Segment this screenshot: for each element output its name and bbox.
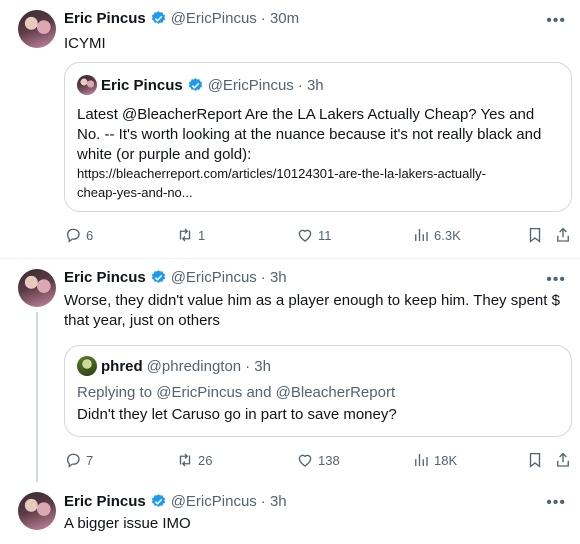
article-link-line-2[interactable]: cheap-yes-and-no...	[77, 184, 559, 202]
avatar	[77, 356, 97, 376]
like-icon	[298, 229, 312, 242]
author-name[interactable]: Eric Pincus	[64, 493, 146, 510]
verified-icon	[151, 270, 165, 283]
like-icon	[298, 454, 312, 467]
verified-icon	[151, 494, 165, 507]
tweet-header: Eric Pincus @EricPincus · 3h	[64, 493, 287, 510]
like-count: 11	[318, 227, 332, 243]
author-handle[interactable]: @EricPincus	[171, 493, 257, 510]
bookmark-button[interactable]	[526, 450, 544, 470]
views-icon	[415, 229, 428, 241]
retweet-count: 26	[198, 452, 213, 468]
like-button[interactable]: 11	[296, 225, 332, 245]
share-icon	[557, 227, 569, 242]
author-name[interactable]: Eric Pincus	[64, 269, 146, 286]
views-icon	[415, 454, 428, 466]
tweet-text: A bigger issue IMO	[64, 515, 191, 532]
avatar[interactable]	[18, 269, 56, 307]
avatar[interactable]	[18, 10, 56, 48]
reply-icon	[67, 453, 80, 468]
tweet-text-line-2: that year, just on others	[64, 312, 220, 329]
bookmark-icon	[529, 452, 541, 468]
timestamp[interactable]: · 3h	[261, 269, 287, 286]
like-button[interactable]: 138	[296, 450, 340, 470]
reply-button[interactable]: 6	[64, 225, 93, 245]
more-icon[interactable]: •••	[546, 271, 566, 289]
avatar	[77, 75, 97, 95]
view-count: 18K	[434, 452, 458, 468]
retweet-icon	[179, 228, 191, 242]
reply-count: 7	[86, 452, 94, 468]
quote-timestamp: · 3h	[245, 357, 271, 375]
reply-button[interactable]: 7	[64, 450, 93, 470]
verified-icon	[151, 11, 165, 24]
quote-header: phred @phredington · 3h	[77, 356, 271, 376]
tweet-3[interactable]: Eric Pincus @EricPincus · 3h ••• A bigge…	[0, 484, 580, 544]
tweet-1[interactable]: Eric Pincus @EricPincus · 30m ••• ICYMI …	[0, 0, 580, 258]
tweet-actions: 7 26 138 18K	[64, 450, 576, 470]
like-count: 138	[318, 452, 340, 468]
quote-author-name: phred	[101, 357, 143, 375]
quote-header: Eric Pincus @EricPincus · 3h	[77, 75, 324, 95]
more-icon[interactable]: •••	[546, 494, 566, 512]
reply-icon	[67, 228, 80, 243]
quoted-tweet[interactable]: Eric Pincus @EricPincus · 3h Latest @Ble…	[64, 62, 572, 212]
timestamp[interactable]: · 30m	[261, 10, 299, 27]
avatar[interactable]	[18, 492, 56, 530]
tweet-2[interactable]: Eric Pincus @EricPincus · 3h ••• Worse, …	[0, 259, 580, 484]
tweet-header: Eric Pincus @EricPincus · 3h	[64, 269, 287, 286]
retweet-button[interactable]: 26	[176, 450, 212, 470]
retweet-icon	[179, 453, 191, 467]
views-button[interactable]: 18K	[412, 450, 457, 470]
author-handle[interactable]: @EricPincus	[171, 269, 257, 286]
quote-timestamp: · 3h	[297, 76, 324, 94]
share-icon	[557, 452, 569, 467]
quote-author-handle: @EricPincus	[207, 76, 294, 94]
tweet-text: ICYMI	[64, 35, 106, 52]
retweet-count: 1	[198, 227, 206, 243]
thread-connector	[36, 312, 38, 482]
tweet-header: Eric Pincus @EricPincus · 30m	[64, 10, 299, 27]
verified-icon	[188, 77, 202, 91]
bookmark-button[interactable]	[526, 225, 544, 245]
quoted-tweet[interactable]: phred @phredington · 3h Replying to @Eri…	[64, 345, 572, 437]
share-button[interactable]	[554, 450, 572, 470]
retweet-button[interactable]: 1	[176, 225, 205, 245]
share-button[interactable]	[554, 225, 572, 245]
views-button[interactable]: 6.3K	[412, 225, 461, 245]
author-name[interactable]: Eric Pincus	[64, 10, 146, 27]
replying-to: Replying to @EricPincus and @BleacherRep…	[77, 384, 396, 401]
reply-count: 6	[86, 227, 94, 243]
article-link-line-1[interactable]: https://bleacherreport.com/articles/1012…	[77, 165, 559, 183]
more-icon[interactable]: •••	[546, 12, 566, 30]
tweet-text-line-1: Worse, they didn't value him as a player…	[64, 292, 560, 309]
quote-text: Latest @BleacherReport Are the LA Lakers…	[77, 106, 542, 163]
bookmark-icon	[529, 227, 541, 243]
author-handle[interactable]: @EricPincus	[171, 10, 257, 27]
timestamp[interactable]: · 3h	[261, 493, 287, 510]
quote-author-handle: @phredington	[146, 357, 242, 375]
quote-author-name: Eric Pincus	[101, 76, 183, 94]
quote-text: Didn't they let Caruso go in part to sav…	[77, 406, 397, 423]
tweet-actions: 6 1 11 6.3K	[64, 225, 576, 245]
view-count: 6.3K	[434, 227, 461, 243]
